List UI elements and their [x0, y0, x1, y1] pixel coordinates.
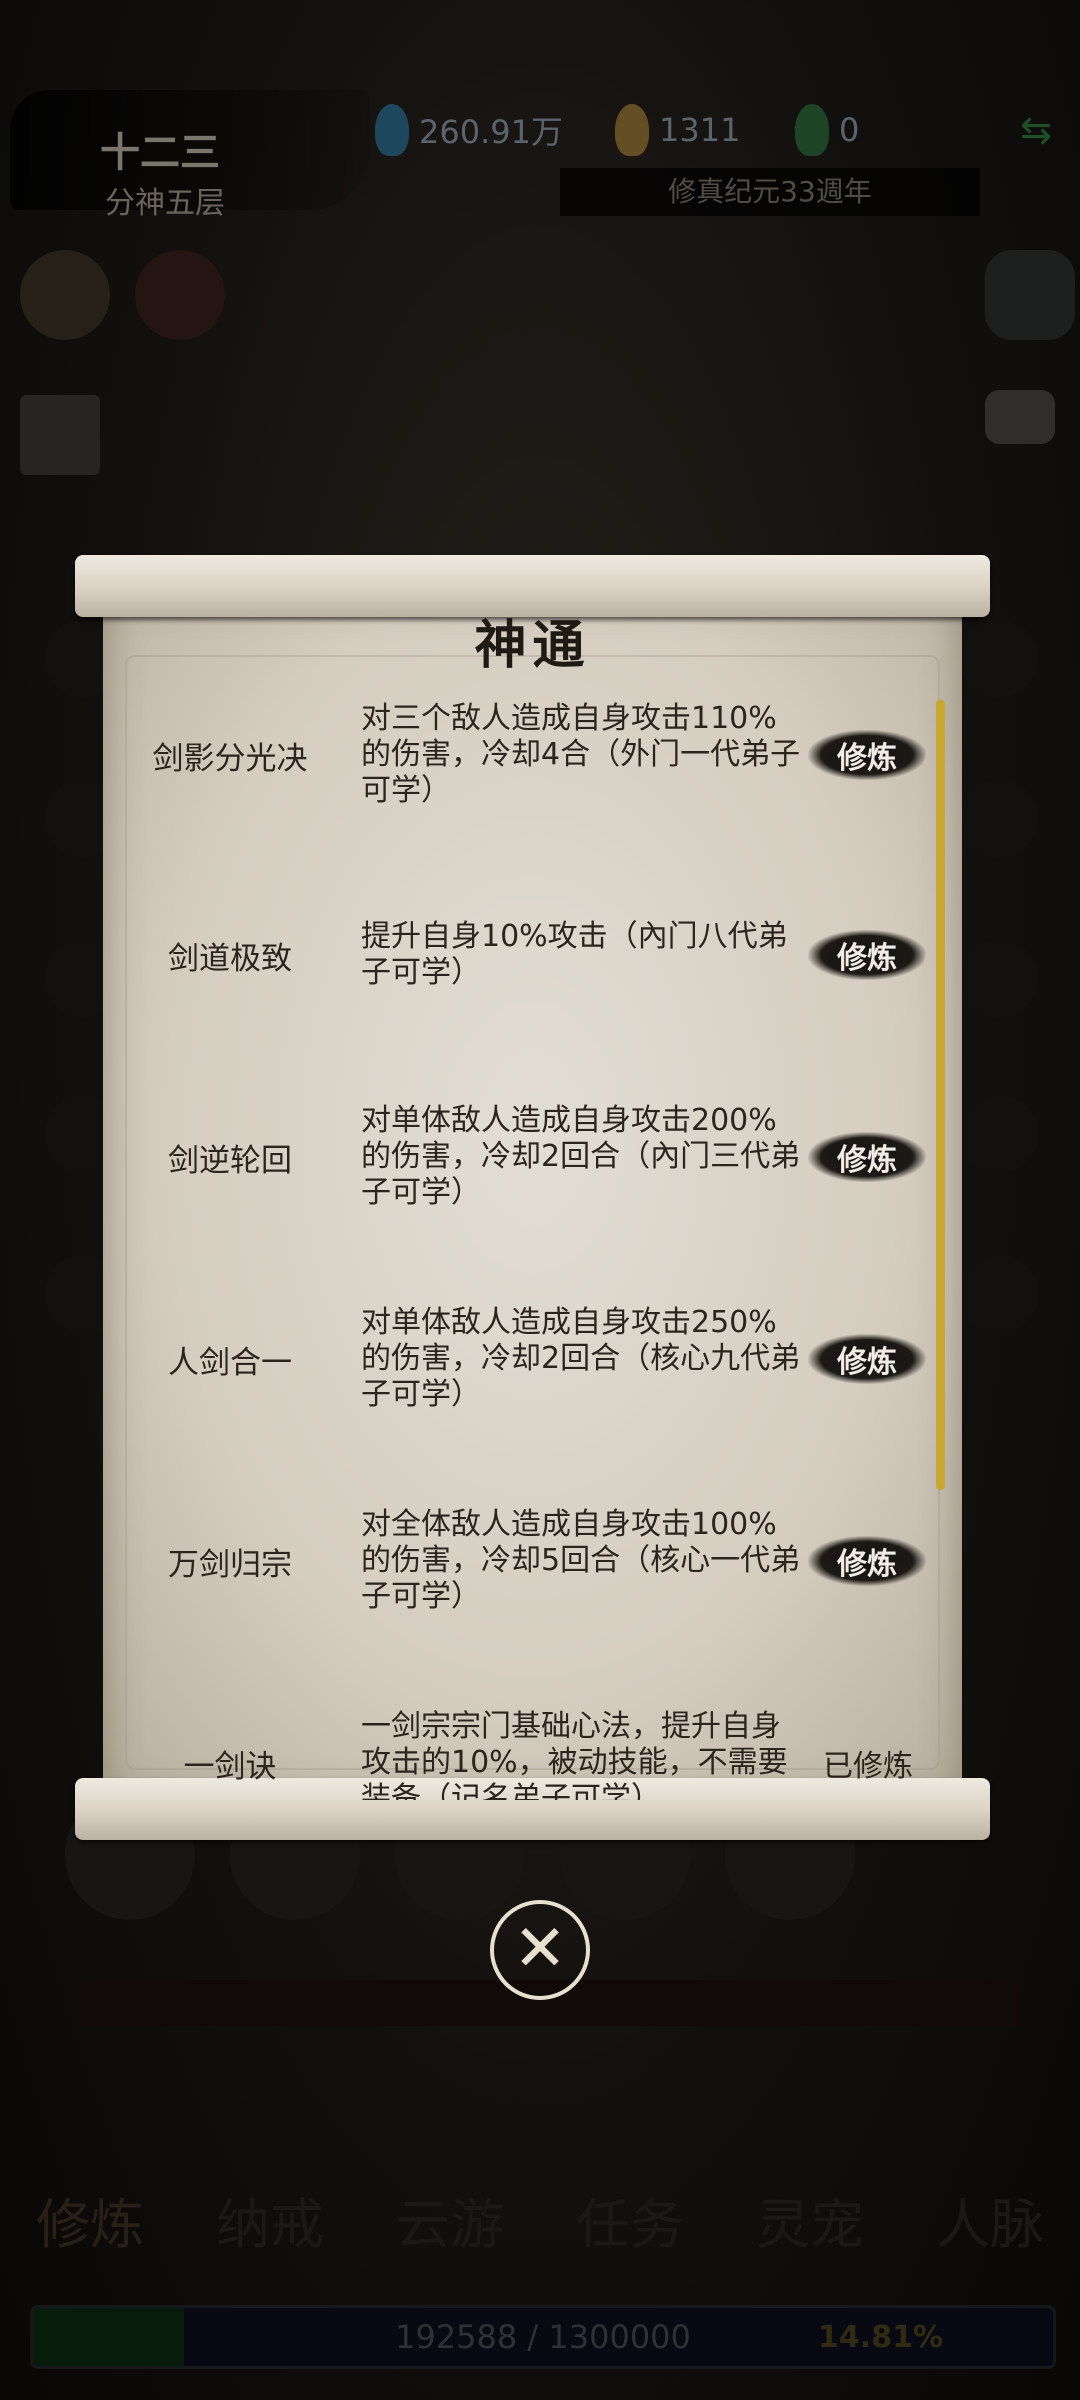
modal-title: 神通	[474, 615, 591, 676]
skill-name: 万剑归宗	[168, 1546, 292, 1583]
skill-list-scrollbar[interactable]	[936, 700, 945, 1490]
skill-description: 对单体敌人造成自身攻击200%的伤害，冷却2回合（內门三代弟子可学）	[361, 1103, 801, 1210]
cultivate-button[interactable]: 修炼	[808, 1536, 926, 1586]
skill-row: 剑逆轮回 对单体敌人造成自身攻击200%的伤害，冷却2回合（內门三代弟子可学） …	[103, 1087, 962, 1227]
cultivate-button[interactable]: 修炼	[808, 1132, 926, 1182]
skill-name: 剑逆轮回	[168, 1142, 292, 1179]
skill-description: 一剑宗宗门基础心法，提升自身攻击的10%，被动技能，不需要装备（记名弟子可学）	[361, 1709, 788, 1800]
learned-status: 已修炼	[823, 1749, 913, 1784]
skill-description: 对单体敌人造成自身攻击250%的伤害，冷却2回合（核心九代弟子可学）	[361, 1305, 801, 1412]
skill-row: 人剑合一 对单体敌人造成自身攻击250%的伤害，冷却2回合（核心九代弟子可学） …	[103, 1289, 962, 1429]
skill-name: 人剑合一	[168, 1344, 292, 1381]
skill-row: 万剑归宗 对全体敌人造成自身攻击100%的伤害，冷却5回合（核心一代弟子可学） …	[103, 1491, 962, 1631]
skill-description: 对全体敌人造成自身攻击100%的伤害，冷却5回合（核心一代弟子可学）	[361, 1507, 801, 1614]
cultivate-button[interactable]: 修炼	[808, 1334, 926, 1384]
cultivate-button[interactable]: 修炼	[808, 930, 926, 980]
skill-row: 一剑诀 一剑宗宗门基础心法，提升自身攻击的10%，被动技能，不需要装备（记名弟子…	[103, 1693, 962, 1800]
close-icon[interactable]: ✕	[490, 1900, 590, 2000]
skill-description: 对三个敌人造成自身攻击110%的伤害，冷却4合（外门一代弟子可学）	[361, 701, 801, 808]
skill-description: 提升自身10%攻击（內门八代弟子可学）	[361, 919, 788, 990]
skills-scroll-modal: 神通 剑影分光决 对三个敌人造成自身攻击110%的伤害，冷却4合（外门一代弟子可…	[75, 555, 990, 1840]
skill-name: 剑影分光决	[152, 740, 308, 777]
skill-row: 剑道极致 提升自身10%攻击（內门八代弟子可学） 修炼	[103, 885, 962, 1025]
skill-row: 剑影分光决 对三个敌人造成自身攻击110%的伤害，冷却4合（外门一代弟子可学） …	[103, 685, 962, 825]
cultivate-button[interactable]: 修炼	[808, 730, 926, 780]
skill-list[interactable]: 剑影分光决 对三个敌人造成自身攻击110%的伤害，冷却4合（外门一代弟子可学） …	[103, 685, 962, 1800]
skill-name: 剑道极致	[168, 940, 292, 977]
skill-name: 一剑诀	[183, 1748, 277, 1785]
